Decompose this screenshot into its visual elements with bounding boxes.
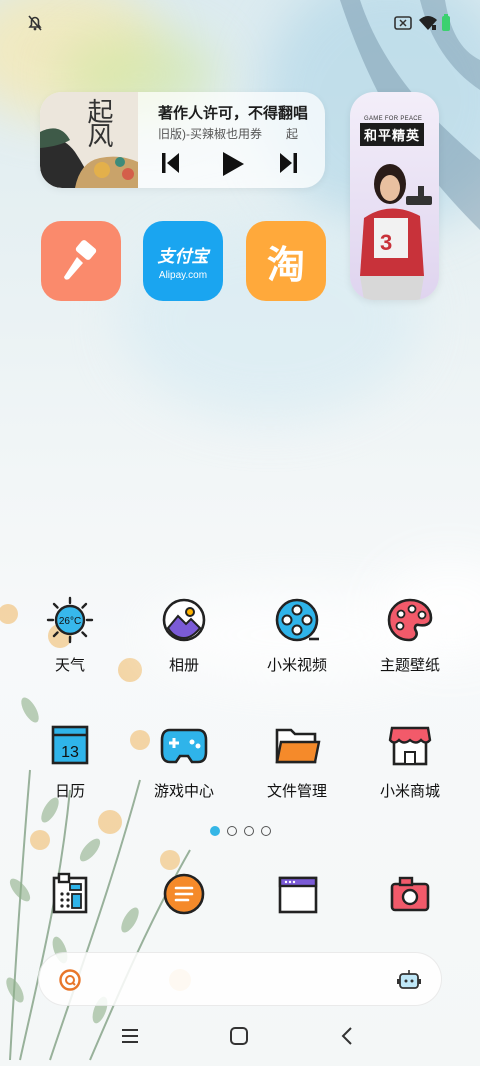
- app-mi-store-label: 小米商城: [379, 783, 440, 800]
- battery-icon: [442, 14, 450, 31]
- app-gallery[interactable]: 相册: [134, 596, 234, 675]
- app-calendar[interactable]: 13 日历: [20, 722, 120, 801]
- page-dot-3[interactable]: [244, 826, 254, 836]
- page-dot-1[interactable]: [210, 826, 220, 836]
- game-brand: 和平精英: [360, 123, 425, 146]
- paint-brush-app[interactable]: [41, 221, 121, 301]
- taobao-logo-text: 淘: [266, 244, 305, 287]
- calendar-icon: 13: [51, 725, 89, 765]
- browser-icon[interactable]: [276, 872, 320, 916]
- weather-temp: 26°C: [59, 616, 81, 627]
- brush-icon: [64, 240, 97, 280]
- weather-icon: 26°C: [46, 596, 94, 644]
- video-icon: [275, 598, 319, 642]
- messages-icon[interactable]: [162, 872, 206, 916]
- game-center-icon: [160, 728, 208, 764]
- bell-off-icon: [28, 15, 42, 31]
- app-mi-store[interactable]: 小米商城: [360, 722, 460, 801]
- game-character-image: 3: [360, 164, 432, 300]
- taobao-app[interactable]: 淘: [246, 221, 326, 301]
- search-bar[interactable]: [38, 952, 442, 1006]
- game-brand-small: GAME FOR PEACE: [364, 116, 423, 122]
- phone-icon[interactable]: [48, 872, 92, 916]
- jersey-number: 3: [380, 230, 392, 255]
- alipay-logo-text: 支付宝: [157, 246, 209, 266]
- next-icon[interactable]: [278, 150, 298, 176]
- gallery-icon: [162, 598, 206, 642]
- app-weather[interactable]: 26°C 天气: [20, 596, 120, 675]
- app-mi-video[interactable]: 小米视频: [247, 596, 347, 675]
- app-themes-label: 主题壁纸: [379, 657, 440, 674]
- app-weather-label: 天气: [54, 657, 85, 674]
- wifi-icon: [419, 16, 437, 30]
- back-icon[interactable]: [338, 1026, 358, 1046]
- app-file-manager[interactable]: 文件管理: [247, 722, 347, 801]
- status-bar: [0, 8, 480, 38]
- app-calendar-label: 日历: [54, 783, 85, 800]
- app-mi-video-label: 小米视频: [266, 657, 327, 674]
- app-game-center-label: 游戏中心: [153, 783, 214, 800]
- app-game-center[interactable]: 游戏中心: [134, 722, 234, 801]
- play-icon[interactable]: [220, 150, 246, 178]
- app-themes[interactable]: 主题壁纸: [360, 596, 460, 675]
- app-gallery-label: 相册: [168, 657, 199, 674]
- camera-icon[interactable]: [388, 872, 432, 916]
- app-file-manager-label: 文件管理: [266, 783, 327, 800]
- sim-x-icon: [394, 16, 412, 30]
- page-indicator[interactable]: [210, 826, 271, 836]
- album-art[interactable]: 起风: [40, 92, 138, 188]
- menu-icon[interactable]: [120, 1026, 140, 1046]
- home-icon[interactable]: [229, 1026, 249, 1046]
- calendar-date: 13: [61, 744, 79, 761]
- alipay-url-text: Alipay.com: [158, 269, 208, 281]
- song-title: 著作人许可，不得翻唱: [158, 105, 309, 122]
- mi-store-icon: [388, 726, 432, 766]
- themes-icon: [387, 598, 433, 642]
- page-dot-2[interactable]: [227, 826, 237, 836]
- file-manager-icon: [275, 728, 321, 764]
- alipay-app[interactable]: 支付宝 Alipay.com: [143, 221, 223, 301]
- assistant-robot-icon[interactable]: [397, 969, 421, 991]
- song-artist: 旧版)-买辣椒也用券 起: [158, 127, 298, 141]
- search-icon: [59, 969, 81, 991]
- page-dot-4[interactable]: [261, 826, 271, 836]
- game-widget[interactable]: GAME FOR PEACE 和平精英 3: [350, 92, 439, 300]
- previous-icon[interactable]: [161, 150, 181, 176]
- album-title-art: 起风: [83, 98, 113, 146]
